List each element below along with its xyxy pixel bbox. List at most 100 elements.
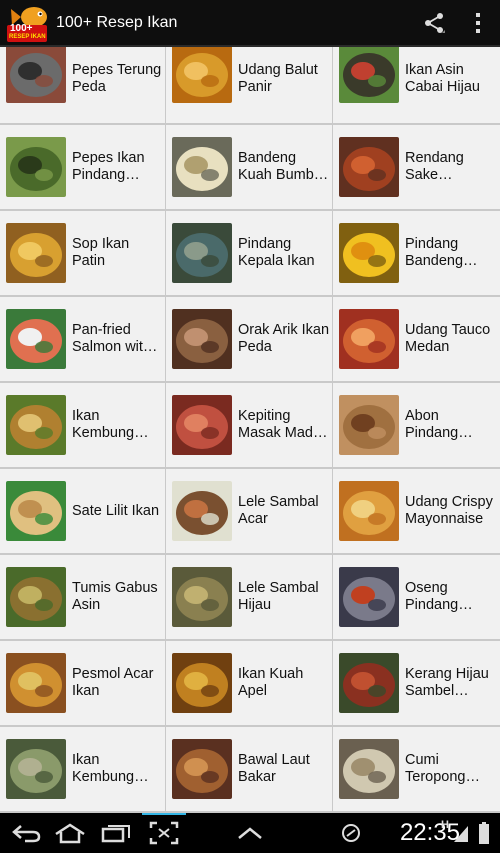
recipe-name: Kerang Hijau Sambel… — [405, 666, 489, 699]
recipe-grid: Pepes Terung Peda Udang Balut Panir Ikan A… — [0, 47, 500, 813]
recipe-thumbnail — [172, 739, 232, 799]
screenshot-button[interactable] — [140, 813, 188, 853]
recipe-thumbnail — [6, 223, 66, 283]
overflow-menu-icon — [476, 12, 480, 33]
share-button[interactable] — [412, 0, 456, 46]
recipe-thumbnail — [6, 309, 66, 369]
app-logo-text-bottom: RESEP IKAN — [9, 33, 46, 40]
recipe-tile[interactable]: Kerang Hijau Sambel… — [333, 641, 500, 725]
recipe-tile[interactable]: Ikan Asin Cabai Hijau — [333, 47, 500, 123]
recipe-thumbnail — [339, 223, 399, 283]
recipe-name: Tumis Gabus Asin — [72, 580, 158, 613]
recipe-tile[interactable]: Abon Pindang… — [333, 383, 500, 467]
signal-status — [452, 813, 470, 853]
recipe-thumbnail — [339, 653, 399, 713]
recipe-name: Pepes Ikan Pindang… — [72, 150, 145, 183]
recipe-tile[interactable]: Bawal Laut Bakar — [166, 727, 332, 811]
recipe-name: Lele Sambal Acar — [238, 494, 319, 527]
app-title: 100+ Resep Ikan — [56, 13, 178, 31]
recipe-tile[interactable]: Udang Balut Panir — [166, 47, 332, 123]
recent-apps-icon — [101, 825, 130, 843]
chevron-up-icon — [238, 827, 262, 839]
sync-icon — [342, 824, 360, 842]
recipe-name: Pindang Bandeng… — [405, 236, 478, 269]
recipe-name: Pindang Kepala Ikan — [238, 236, 315, 269]
recipe-name: Udang Tauco Medan — [405, 322, 491, 355]
recipe-thumbnail — [172, 223, 232, 283]
app-logo-icon[interactable]: 100+ RESEP IKAN — [6, 3, 50, 43]
recipe-name: Ikan Kuah Apel — [238, 666, 304, 699]
recipe-tile[interactable]: Pan-fried Salmon wit… — [0, 297, 165, 381]
recipe-tile[interactable]: Rendang Sake… — [333, 125, 500, 209]
home-icon — [55, 823, 85, 844]
recipe-name: Udang Balut Panir — [238, 62, 318, 95]
share-icon — [425, 12, 445, 33]
recipe-thumbnail — [172, 481, 232, 541]
recipe-name: Cumi Teropong… — [405, 752, 480, 785]
battery-icon — [479, 822, 489, 844]
recipe-thumbnail — [6, 739, 66, 799]
recipe-tile[interactable]: Sate Lilit Ikan — [0, 469, 165, 553]
recipe-thumbnail — [339, 137, 399, 197]
recipe-name: Lele Sambal Hijau — [238, 580, 319, 613]
network-type: H — [438, 815, 452, 835]
recipe-name: Kepiting Masak Mad… — [238, 408, 328, 441]
recipe-thumbnail — [6, 137, 66, 197]
recipe-thumbnail — [172, 309, 232, 369]
back-icon — [12, 825, 41, 843]
recipe-tile[interactable]: Orak Arik Ikan Peda — [166, 297, 332, 381]
recipe-tile[interactable]: Sop Ikan Patin — [0, 211, 165, 295]
recipe-thumbnail — [339, 47, 399, 103]
recipe-tile[interactable]: Oseng Pindang… — [333, 555, 500, 639]
recipe-tile[interactable]: Kepiting Masak Mad… — [166, 383, 332, 467]
recipe-name: Ikan Kembung… — [72, 752, 149, 785]
network-type-label: H — [441, 819, 449, 831]
recipe-thumbnail — [339, 567, 399, 627]
recipe-name: Bandeng Kuah Bumb… — [238, 150, 329, 183]
recipe-thumbnail — [6, 47, 66, 103]
action-bar: 100+ RESEP IKAN 100+ Resep Ikan — [0, 0, 500, 47]
recipe-name: Udang Crispy Mayonnaise — [405, 494, 493, 527]
recipe-name: Orak Arik Ikan Peda — [238, 322, 330, 355]
recipe-tile[interactable]: Udang Tauco Medan — [333, 297, 500, 381]
recipe-name: Oseng Pindang… — [405, 580, 473, 613]
recipe-thumbnail — [339, 395, 399, 455]
recipe-thumbnail — [172, 653, 232, 713]
recipe-thumbnail — [339, 481, 399, 541]
recipe-name: Pan-fried Salmon wit… — [72, 322, 158, 355]
recipe-tile[interactable]: Pindang Bandeng… — [333, 211, 500, 295]
menu-up-button[interactable] — [232, 813, 268, 853]
recipe-thumbnail — [172, 137, 232, 197]
battery-status — [474, 813, 494, 853]
recipe-tile[interactable]: Pesmol Acar Ikan — [0, 641, 165, 725]
recipe-thumbnail — [339, 739, 399, 799]
recipe-thumbnail — [6, 653, 66, 713]
home-button[interactable] — [50, 813, 90, 853]
recipe-tile[interactable]: Ikan Kembung… — [0, 727, 165, 811]
recipe-name: Pepes Terung Peda — [72, 62, 162, 95]
recipe-name: Bawal Laut Bakar — [238, 752, 310, 785]
recipe-tile[interactable]: Udang Crispy Mayonnaise — [333, 469, 500, 553]
recent-apps-button[interactable] — [96, 813, 136, 853]
recipe-thumbnail — [339, 309, 399, 369]
recipe-thumbnail — [172, 395, 232, 455]
recipe-name: Rendang Sake… — [405, 150, 464, 183]
back-button[interactable] — [6, 813, 46, 853]
recipe-name: Pesmol Acar Ikan — [72, 666, 154, 699]
recipe-tile[interactable]: Pepes Ikan Pindang… — [0, 125, 165, 209]
recipe-tile[interactable]: Lele Sambal Acar — [166, 469, 332, 553]
recipe-name: Sate Lilit Ikan — [72, 502, 160, 519]
recipe-tile[interactable]: Pindang Kepala Ikan — [166, 211, 332, 295]
recipe-name: Sop Ikan Patin — [72, 236, 130, 269]
recipe-tile[interactable]: Ikan Kuah Apel — [166, 641, 332, 725]
recipe-thumbnail — [6, 567, 66, 627]
recipe-tile[interactable]: Ikan Kembung… — [0, 383, 165, 467]
recipe-tile[interactable]: Lele Sambal Hijau — [166, 555, 332, 639]
recipe-tile[interactable]: Tumis Gabus Asin — [0, 555, 165, 639]
recipe-tile[interactable]: Bandeng Kuah Bumb… — [166, 125, 332, 209]
app-logo-text-top: 100+ — [10, 22, 33, 34]
overflow-menu-button[interactable] — [456, 0, 500, 46]
recipe-tile[interactable]: Cumi Teropong… — [333, 727, 500, 811]
signal-icon — [454, 826, 468, 842]
recipe-tile[interactable]: Pepes Terung Peda — [0, 47, 165, 123]
